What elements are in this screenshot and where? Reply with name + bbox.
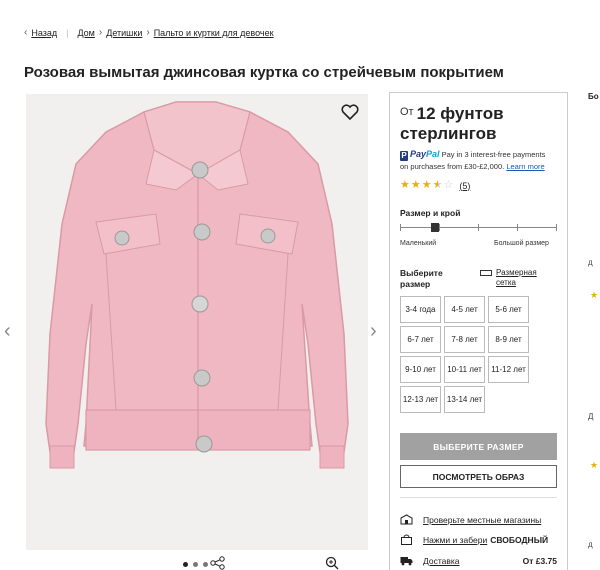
size-option[interactable]: 10-11 лет bbox=[444, 356, 485, 383]
chevron-right-icon: › bbox=[98, 27, 103, 38]
fit-scale bbox=[400, 223, 557, 232]
store-check-row[interactable]: Проверьте местные магазины bbox=[400, 514, 557, 525]
breadcrumb-home[interactable]: Дом bbox=[77, 28, 94, 38]
ruler-icon bbox=[480, 270, 492, 276]
back-link[interactable]: Назад bbox=[31, 28, 57, 38]
heart-icon[interactable] bbox=[340, 102, 360, 122]
breadcrumb: ‹ Назад | Дом › Детишки › Пальто и куртк… bbox=[20, 27, 274, 38]
fit-tick bbox=[400, 224, 401, 231]
size-option[interactable]: 3-4 года bbox=[400, 296, 441, 323]
price: От 12 фунтов стерлингов bbox=[400, 104, 504, 144]
fit-tick bbox=[556, 224, 557, 231]
star-icon: ★ bbox=[410, 179, 421, 191]
side-text-stub: д bbox=[588, 258, 593, 267]
store-icon bbox=[400, 514, 413, 525]
paypal-brand-2: Pal bbox=[426, 149, 440, 159]
fit-marker bbox=[431, 223, 440, 232]
half-star-icon: ★ bbox=[432, 179, 443, 191]
side-text-stub: д bbox=[588, 540, 593, 549]
chevron-left-icon[interactable]: ‹ bbox=[4, 320, 11, 343]
fit-tick bbox=[517, 224, 518, 231]
select-size-button[interactable]: ВЫБЕРИТЕ РАЗМЕР bbox=[400, 433, 557, 460]
size-guide[interactable]: Размерная сетка bbox=[480, 268, 546, 288]
paypal-text-1: Pay in 3 interest-free payments bbox=[441, 150, 546, 159]
truck-icon bbox=[400, 557, 413, 566]
paypal-logo: PayPal bbox=[410, 149, 440, 159]
pagination-dot[interactable] bbox=[193, 562, 198, 567]
click-collect-row[interactable]: Нажми и забери СВОБОДНЫЙ bbox=[400, 534, 557, 545]
size-option[interactable]: 5-6 лет bbox=[488, 296, 529, 323]
star-icon: ★ bbox=[590, 290, 599, 300]
product-title: Розовая вымытая джинсовая куртка со стре… bbox=[24, 64, 504, 81]
size-option[interactable]: 4-5 лет bbox=[444, 296, 485, 323]
star-outline-icon: ☆ bbox=[443, 179, 454, 191]
breadcrumb-divider: | bbox=[66, 27, 69, 38]
share-icon[interactable] bbox=[210, 556, 226, 570]
breadcrumb-kids[interactable]: Детишки bbox=[106, 28, 142, 38]
delivery-price: От £3.75 bbox=[522, 555, 557, 566]
paypal-message: P PayPal Pay in 3 interest-free payments … bbox=[400, 148, 565, 173]
star-icon: ★ bbox=[400, 179, 410, 191]
size-option[interactable]: 9-10 лет bbox=[400, 356, 441, 383]
buy-panel: От 12 фунтов стерлингов P PayPal Pay in 3 … bbox=[389, 92, 568, 570]
price-prefix: От bbox=[400, 106, 414, 118]
star-icon: ★ bbox=[590, 460, 599, 470]
side-text-stub: Д bbox=[588, 412, 594, 421]
star-icon: ★ bbox=[421, 179, 432, 191]
size-guide-link[interactable]: Размерная сетка bbox=[496, 268, 546, 288]
chevron-left-icon: ‹ bbox=[24, 27, 28, 38]
chevron-right-icon: › bbox=[146, 27, 150, 38]
paypal-icon: P bbox=[400, 151, 408, 161]
rating[interactable]: ★ ★ ★ ★ ☆ (5) bbox=[400, 180, 470, 191]
chevron-right-icon[interactable]: › bbox=[370, 320, 377, 343]
breadcrumb-girls-coats[interactable]: Пальто и куртки для девочек bbox=[154, 28, 274, 38]
fit-large-label: Большой размер bbox=[494, 240, 549, 247]
side-heading-stub: Бо bbox=[588, 92, 599, 101]
top-promo-strip bbox=[0, 0, 600, 10]
size-option[interactable]: 12-13 лет bbox=[400, 386, 441, 413]
bag-icon bbox=[401, 534, 412, 545]
fit-label: Размер и крой bbox=[400, 208, 461, 218]
delivery-row[interactable]: Доставка От £3.75 bbox=[400, 555, 557, 566]
size-option[interactable]: 8-9 лет bbox=[488, 326, 529, 353]
paypal-brand-1: Pay bbox=[410, 149, 427, 159]
divider bbox=[400, 497, 557, 498]
click-collect-link[interactable]: Нажми и забери bbox=[423, 535, 487, 545]
size-option[interactable]: 13-14 лет bbox=[444, 386, 485, 413]
pagination-dot[interactable] bbox=[203, 562, 208, 567]
click-collect-price: СВОБОДНЫЙ bbox=[490, 534, 549, 545]
fit-tick bbox=[478, 224, 479, 231]
fit-small-label: Маленький bbox=[400, 240, 437, 247]
size-option[interactable]: 7-8 лет bbox=[444, 326, 485, 353]
paypal-text-2: on purchases from £30-£2,000. bbox=[400, 162, 505, 171]
pagination-dot[interactable] bbox=[183, 562, 188, 567]
price-currency: стерлингов bbox=[400, 124, 497, 143]
review-count-link[interactable]: (5) bbox=[459, 181, 470, 191]
jacket-image bbox=[45, 101, 349, 469]
paypal-learn-more-link[interactable]: Learn more bbox=[506, 162, 544, 171]
product-image[interactable] bbox=[26, 94, 368, 550]
store-check-link[interactable]: Проверьте местные магазины bbox=[423, 515, 541, 525]
delivery-link[interactable]: Доставка bbox=[423, 556, 460, 566]
image-pagination[interactable] bbox=[183, 562, 208, 567]
size-select-label: Выберите размер bbox=[400, 268, 443, 289]
size-options: 3-4 года 4-5 лет 5-6 лет 6-7 лет 7-8 лет… bbox=[400, 296, 540, 413]
star-rating: ★ ★ ★ ★ ☆ bbox=[400, 180, 453, 191]
size-option[interactable]: 11-12 лет bbox=[488, 356, 529, 383]
price-amount: 12 фунтов bbox=[416, 104, 504, 123]
view-look-button[interactable]: ПОСМОТРЕТЬ ОБРАЗ bbox=[400, 465, 557, 488]
zoom-icon[interactable] bbox=[325, 556, 339, 570]
size-option[interactable]: 6-7 лет bbox=[400, 326, 441, 353]
